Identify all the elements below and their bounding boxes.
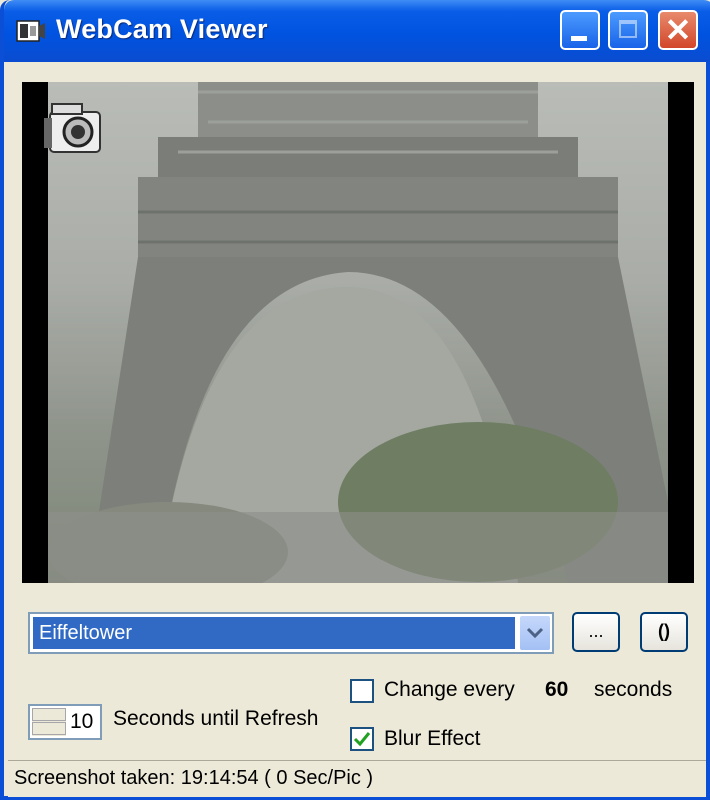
status-bar: Screenshot taken: 19:14:54 ( 0 Sec/Pic ) bbox=[8, 760, 706, 797]
close-icon: ✕ bbox=[664, 12, 692, 48]
spinner-value: 10 bbox=[70, 710, 94, 733]
spinner-buttons bbox=[32, 708, 66, 736]
title-bar[interactable]: WebCam Viewer ✕ bbox=[4, 0, 710, 62]
refresh-label: Seconds until Refresh bbox=[113, 707, 319, 730]
change-every-checkbox[interactable] bbox=[350, 679, 374, 703]
seconds-label: seconds bbox=[594, 678, 673, 701]
film-camera-icon bbox=[16, 20, 45, 42]
blur-effect-checkbox[interactable] bbox=[350, 727, 374, 751]
eiffel-tower-photo bbox=[48, 82, 668, 583]
spinner-down-button[interactable] bbox=[32, 722, 66, 735]
blur-effect-label: Blur Effect bbox=[384, 727, 481, 750]
camera-icon bbox=[44, 103, 101, 153]
camera-select-value: Eiffeltower bbox=[33, 617, 515, 649]
maximize-button[interactable] bbox=[608, 10, 648, 50]
webcam-viewer-window: WebCam Viewer ✕ Eiffeltower ... () Chang… bbox=[0, 0, 710, 800]
window-title: WebCam Viewer bbox=[56, 14, 268, 44]
refresh-seconds-spinner[interactable]: 10 bbox=[28, 704, 102, 740]
webcam-image bbox=[48, 82, 668, 583]
spinner-up-button[interactable] bbox=[32, 708, 66, 721]
interval-value: 60 bbox=[545, 678, 569, 701]
change-every-label: Change every bbox=[384, 678, 515, 701]
camera-select[interactable]: Eiffeltower bbox=[28, 612, 554, 654]
maximize-icon bbox=[619, 20, 637, 38]
browse-button[interactable]: ... bbox=[572, 612, 620, 652]
dropdown-button[interactable] bbox=[520, 616, 550, 650]
refresh-icon: () bbox=[658, 621, 670, 641]
refresh-button[interactable]: () bbox=[640, 612, 688, 652]
close-button[interactable]: ✕ bbox=[658, 10, 698, 50]
chevron-down-icon bbox=[526, 627, 544, 639]
webcam-view bbox=[22, 82, 694, 583]
checkmark-icon bbox=[353, 732, 371, 747]
minimize-button[interactable] bbox=[560, 10, 600, 50]
status-text: Screenshot taken: 19:14:54 ( 0 Sec/Pic ) bbox=[14, 767, 374, 789]
minimize-icon bbox=[571, 36, 587, 41]
